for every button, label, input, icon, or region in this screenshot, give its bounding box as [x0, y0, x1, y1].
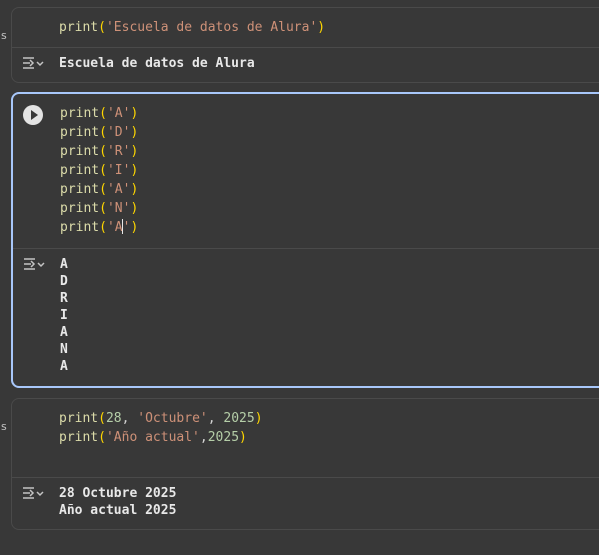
code-token: ) [239, 430, 247, 445]
code-line[interactable]: print('I') [60, 161, 138, 180]
code-token: 'A' [106, 106, 131, 121]
code-token: print [60, 125, 100, 140]
cell-divider [13, 248, 599, 249]
play-circle-icon[interactable] [23, 105, 43, 125]
code-token: 'A [106, 220, 123, 235]
code-editor-3[interactable]: print(28, 'Octubre', 2025) print('Año act… [59, 409, 263, 447]
code-token: print [60, 163, 100, 178]
cell-divider [12, 477, 599, 478]
code-token: 'Octubre' [137, 411, 208, 426]
code-token: , [207, 411, 224, 426]
cell-3-status: s [1, 420, 7, 433]
code-token: 'Escuela de datos de Alura' [105, 20, 318, 35]
code-token: ) [130, 106, 139, 121]
notebook-area: s print('Escuela de datos de Alura') Esc… [0, 0, 599, 555]
output-toggle-icon[interactable] [22, 55, 44, 71]
code-token: 2025 [207, 430, 240, 445]
code-token: ( [99, 163, 107, 178]
code-token: print [60, 182, 100, 197]
code-token: 'Año actual' [105, 430, 200, 445]
code-cell-1[interactable]: print('Escuela de datos de Alura') Escue… [11, 7, 599, 83]
code-token: 'R' [106, 144, 131, 159]
cell-output-1: Escuela de datos de Alura [59, 56, 255, 71]
code-token: ( [98, 20, 106, 35]
code-line[interactable]: print('A') [60, 180, 138, 199]
code-line[interactable]: print(28, 'Octubre', 2025) [59, 409, 263, 428]
output-toggle-icon[interactable] [22, 485, 44, 501]
code-token: ) [130, 182, 139, 197]
code-token: 28 [105, 411, 122, 426]
code-cell-2[interactable]: print('A') print('D') print('R') print('I')… [11, 92, 599, 388]
code-token: ( [99, 201, 107, 216]
code-token: print [59, 411, 99, 426]
code-token: , [199, 430, 208, 445]
code-token: 'I' [106, 163, 131, 178]
code-token: ( [99, 182, 107, 197]
code-line[interactable]: print('Año actual',2025) [59, 428, 263, 447]
code-token: ) [130, 220, 139, 235]
code-token: 2025 [223, 411, 255, 426]
cell-divider [12, 47, 599, 48]
code-token: ) [130, 163, 139, 178]
code-line[interactable]: print('R') [60, 142, 138, 161]
code-line[interactable]: print('N') [60, 199, 138, 218]
code-token: 'D' [106, 125, 131, 140]
code-token: print [60, 144, 100, 159]
cell-output-2: A D R I A N A [60, 257, 68, 374]
code-token: print [60, 220, 100, 235]
code-token: 'A' [106, 182, 131, 197]
code-token: ( [99, 220, 107, 235]
code-token: ( [98, 411, 106, 426]
code-token: ) [317, 20, 326, 35]
code-token: ( [99, 106, 107, 121]
code-token: ) [254, 411, 263, 426]
code-token: ( [99, 125, 107, 140]
code-cell-3[interactable]: print(28, 'Octubre', 2025) print('Año act… [11, 398, 599, 530]
code-line[interactable]: print('A') [60, 218, 138, 237]
code-token: ( [99, 144, 107, 159]
code-token: print [60, 201, 100, 216]
code-editor-2[interactable]: print('A') print('D') print('R') print('I')… [60, 104, 138, 237]
cell-1-status: s [1, 29, 7, 42]
code-line[interactable]: print('D') [60, 123, 138, 142]
code-line[interactable]: print('Escuela de datos de Alura') [59, 18, 325, 37]
code-token: print [60, 106, 100, 121]
code-token: ) [130, 201, 139, 216]
cell-output-3: 28 Octubre 2025 Año actual 2025 [59, 486, 177, 518]
code-token: ) [130, 125, 139, 140]
code-line[interactable]: print('A') [60, 104, 138, 123]
code-token: print [59, 430, 99, 445]
code-token: print [59, 20, 99, 35]
code-token: ) [130, 144, 139, 159]
code-token: 'N' [106, 201, 131, 216]
output-toggle-icon[interactable] [23, 256, 45, 272]
code-token: ( [98, 430, 106, 445]
code-editor-1[interactable]: print('Escuela de datos de Alura') [59, 18, 325, 37]
code-token: , [121, 411, 138, 426]
